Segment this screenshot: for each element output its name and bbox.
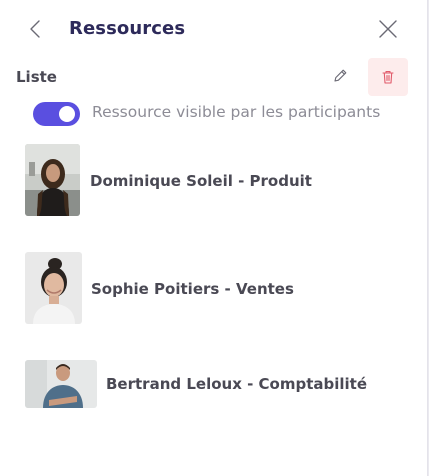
back-button[interactable] — [24, 17, 48, 41]
resource-name: Sophie Poitiers - Ventes — [91, 280, 294, 298]
resources-panel: Ressources Liste Ressource visible par l… — [0, 0, 428, 476]
resource-item[interactable]: Bertrand Leloux - Comptabilité — [25, 360, 407, 434]
resource-name: Dominique Soleil - Produit — [90, 172, 312, 190]
trash-icon — [382, 71, 394, 84]
edit-button[interactable] — [328, 64, 352, 88]
avatar — [25, 144, 80, 216]
pencil-icon — [334, 69, 347, 82]
chevron-left-icon — [30, 20, 40, 38]
resource-item[interactable]: Dominique Soleil - Produit — [25, 144, 407, 218]
avatar — [25, 360, 97, 408]
avatar — [25, 252, 82, 324]
page-title: Ressources — [69, 18, 186, 39]
close-button[interactable] — [376, 17, 400, 41]
section-label: Liste — [16, 68, 57, 86]
close-icon — [379, 20, 397, 38]
visibility-toggle-label: Ressource visible par les participants — [92, 103, 381, 121]
visibility-toggle[interactable] — [33, 102, 80, 126]
resource-item[interactable]: Sophie Poitiers - Ventes — [25, 252, 407, 326]
delete-button[interactable] — [368, 58, 408, 96]
resource-name: Bertrand Leloux - Comptabilité — [106, 375, 368, 393]
toggle-knob — [59, 106, 75, 122]
